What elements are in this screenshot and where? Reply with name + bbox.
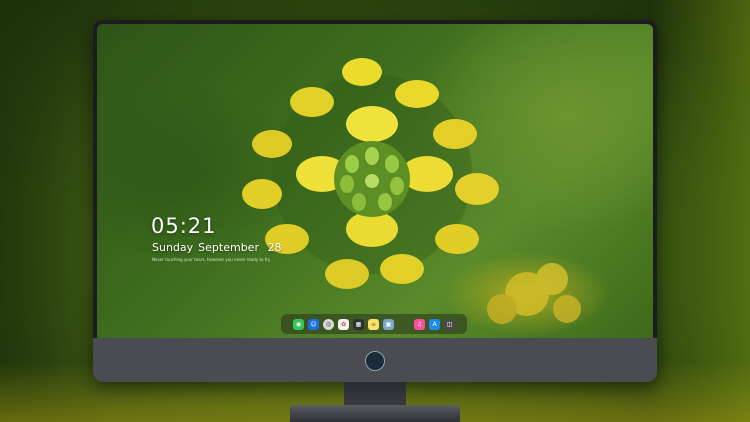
safari-icon[interactable]: ◎ (323, 318, 334, 330)
photos-icon[interactable]: ✿ (338, 318, 349, 330)
dock: ◉ ☺ ◎ ✿ ▦ ≡ ▣ ♫ A ◫ (281, 314, 467, 334)
messages-icon[interactable]: ◉ (293, 318, 304, 330)
notes-icon[interactable]: ≡ (368, 318, 379, 330)
screen: 05:21 Sunday September 28 Never touching … (97, 24, 653, 338)
clapper-icon[interactable]: ▦ (353, 318, 364, 330)
brand-logo-icon (365, 351, 385, 371)
screenshot-icon[interactable]: ◫ (444, 318, 455, 330)
monitor: 05:21 Sunday September 28 Never touching … (93, 20, 657, 382)
lock-screen-date: Sunday September 28 (152, 241, 286, 254)
app-store-icon[interactable]: A (429, 318, 440, 330)
wallpaper-flower (242, 58, 581, 324)
lock-screen-quote: Never touching your tears, however you n… (152, 257, 271, 262)
monitor-stand-base (290, 405, 460, 422)
lock-screen-day: Sunday (152, 241, 194, 254)
music-icon[interactable]: ♫ (414, 318, 425, 330)
preview-icon[interactable]: ▣ (383, 318, 394, 330)
finder-icon[interactable]: ☺ (308, 318, 319, 330)
lock-screen-time: 05:21 (151, 214, 217, 238)
background-right-glow (650, 0, 750, 422)
lock-screen-day-number: 28 (267, 241, 282, 254)
lock-screen-month: September (198, 241, 259, 254)
